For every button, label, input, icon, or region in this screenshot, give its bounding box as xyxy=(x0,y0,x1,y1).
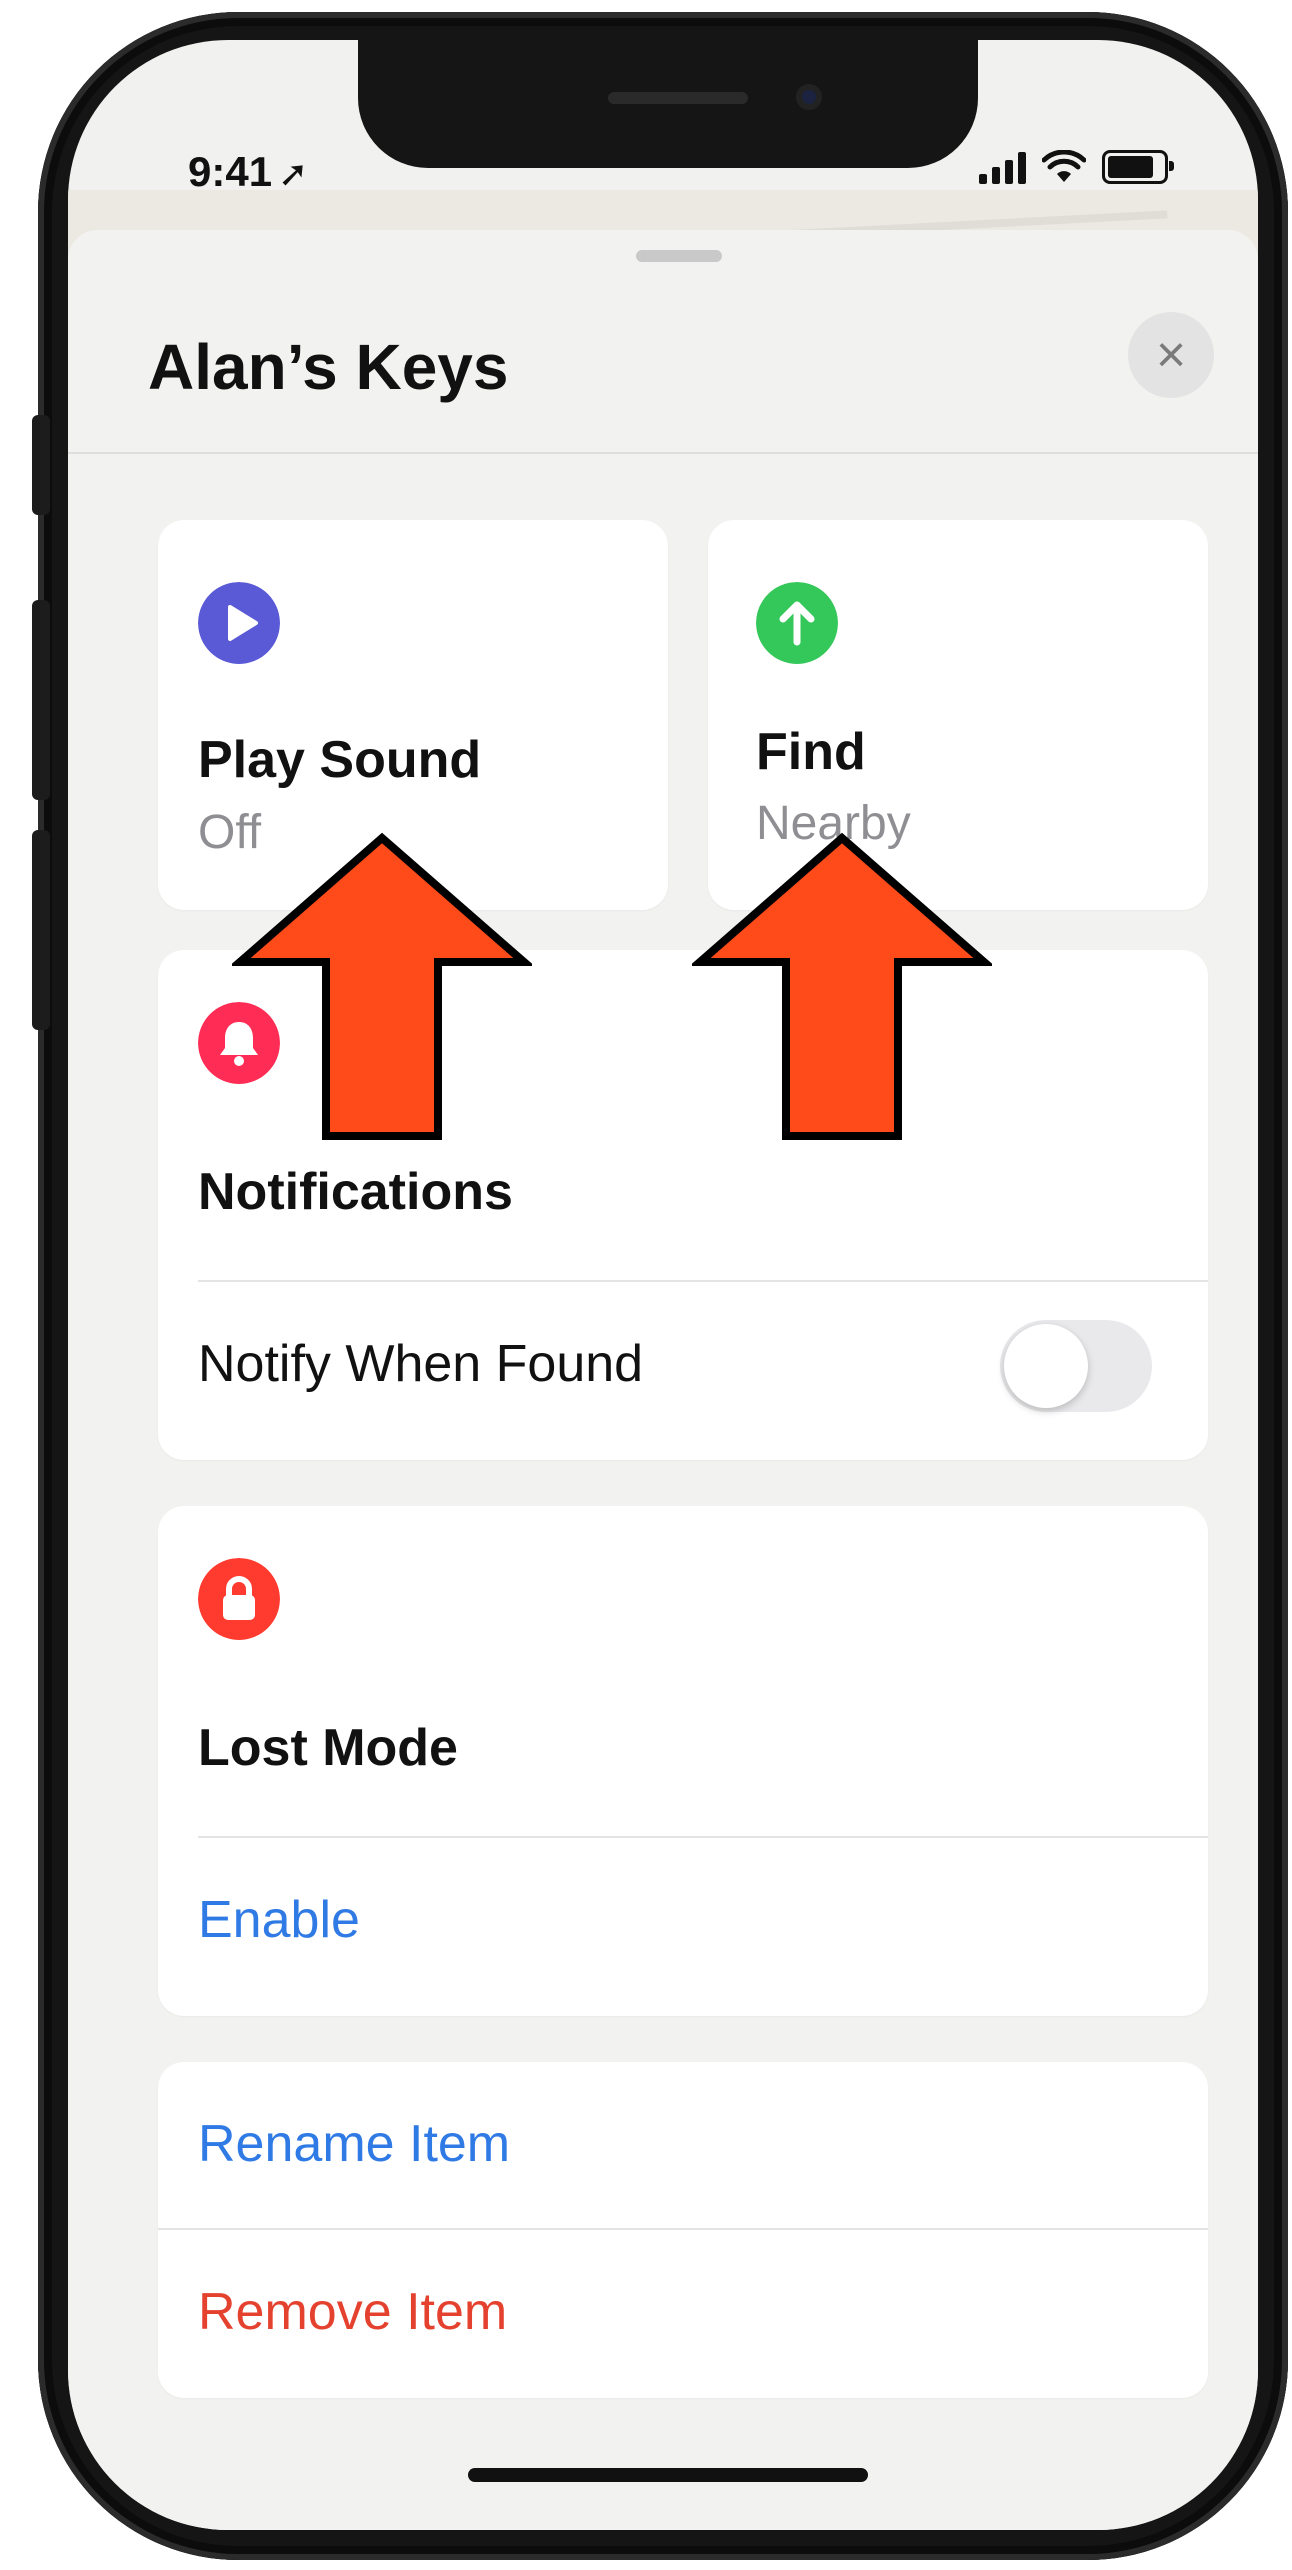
location-arrow-icon: ➚ xyxy=(278,153,309,194)
play-icon xyxy=(198,582,280,664)
close-icon: × xyxy=(1155,326,1187,384)
arrow-up-icon xyxy=(756,582,838,664)
battery-icon xyxy=(1102,150,1174,184)
enable-lost-mode-button[interactable]: Enable xyxy=(198,1890,360,1950)
front-camera xyxy=(796,84,822,110)
toggle-knob xyxy=(1004,1324,1088,1408)
notify-when-found-label: Notify When Found xyxy=(198,1335,644,1393)
screen: 9:41 ➚ Alan’s Keys × Play Sound Off Find… xyxy=(68,40,1258,2530)
status-time-text: 9:41 xyxy=(188,148,273,195)
item-detail-sheet: Alan’s Keys × Play Sound Off Find Nearby xyxy=(68,230,1258,2530)
silent-switch xyxy=(32,415,50,515)
play-sound-title: Play Sound xyxy=(198,731,482,789)
notify-when-found-toggle[interactable] xyxy=(1000,1320,1152,1412)
header-divider xyxy=(68,452,1258,454)
wifi-icon xyxy=(1042,150,1086,182)
item-actions-card: Rename Item Remove Item xyxy=(158,2062,1208,2398)
find-title: Find xyxy=(756,723,866,781)
remove-item-button[interactable]: Remove Item xyxy=(198,2282,507,2342)
annotation-arrow-icon xyxy=(232,832,532,1140)
speaker-grille xyxy=(608,92,748,104)
volume-down-button xyxy=(32,830,50,1030)
lost-mode-title: Lost Mode xyxy=(198,1719,458,1777)
notch xyxy=(358,40,978,168)
sheet-grabber[interactable] xyxy=(636,250,722,262)
sheet-title: Alan’s Keys xyxy=(148,331,509,403)
home-indicator[interactable] xyxy=(468,2468,868,2482)
notifications-title: Notifications xyxy=(198,1163,513,1221)
item-actions-divider xyxy=(158,2228,1208,2230)
close-button[interactable]: × xyxy=(1128,312,1214,398)
volume-up-button xyxy=(32,600,50,800)
cellular-signal-icon xyxy=(979,150,1026,184)
lost-mode-divider xyxy=(198,1836,1208,1838)
rename-item-button[interactable]: Rename Item xyxy=(198,2114,510,2174)
status-indicators xyxy=(979,150,1174,184)
status-time: 9:41 ➚ xyxy=(188,148,308,196)
notifications-divider xyxy=(198,1280,1208,1282)
annotation-arrow-icon xyxy=(692,832,992,1140)
lock-icon xyxy=(198,1558,280,1640)
lost-mode-card: Lost Mode Enable xyxy=(158,1506,1208,2016)
